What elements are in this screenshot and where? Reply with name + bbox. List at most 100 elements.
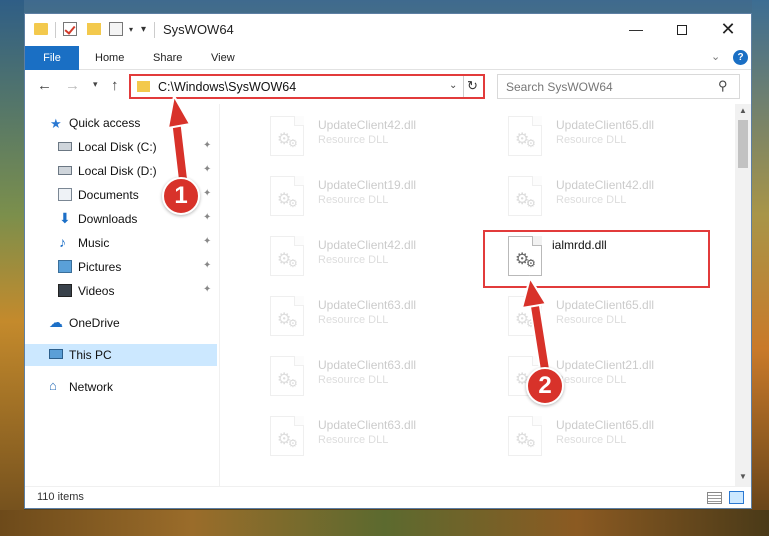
- sidebar-item-label: Documents: [78, 188, 139, 202]
- back-arrow-icon[interactable]: ←: [37, 77, 52, 94]
- file-item[interactable]: ⚙ ⚙ UpdateClient63.dll Resource DLL: [246, 410, 476, 466]
- sidebar-item-this-pc[interactable]: This PC: [25, 344, 217, 366]
- file-name: UpdateClient65.dll: [556, 418, 655, 432]
- file-type: Resource DLL: [318, 194, 389, 206]
- file-name: UpdateClient65.dll: [556, 118, 655, 132]
- file-item[interactable]: ⚙ ⚙ UpdateClient42.dll Resource DLL: [484, 170, 714, 226]
- sidebar-item-music[interactable]: ♪ Music ✦: [25, 232, 217, 254]
- tab-home[interactable]: Home: [95, 46, 124, 70]
- search-input[interactable]: Search SysWOW64 ⚲: [497, 74, 740, 99]
- scroll-down-icon[interactable]: ▼: [739, 472, 747, 481]
- pin-icon: ✦: [203, 164, 212, 175]
- network-icon: ⌂: [49, 378, 57, 393]
- pin-icon: ✦: [203, 284, 212, 295]
- file-type: Resource DLL: [556, 434, 627, 446]
- address-path[interactable]: C:\Windows\SysWOW64: [158, 80, 296, 94]
- drive-icon: [58, 142, 72, 151]
- file-item[interactable]: ⚙ ⚙ UpdateClient42.dll Resource DLL: [246, 230, 476, 286]
- recent-locations-icon[interactable]: ▾: [93, 79, 98, 90]
- large-icons-view-icon[interactable]: [729, 491, 744, 504]
- tab-share[interactable]: Share: [153, 46, 182, 70]
- gear-icon: ⚙: [288, 138, 298, 150]
- star-icon: ★: [50, 116, 62, 131]
- step-1-badge: 1: [162, 177, 200, 215]
- file-type: Resource DLL: [318, 254, 389, 266]
- file-name: UpdateClient63.dll: [318, 418, 417, 432]
- file-highlight-box: [483, 230, 710, 288]
- drive-icon: [58, 166, 72, 175]
- search-icon[interactable]: ⚲: [718, 78, 728, 94]
- desktop-background-bottom: [0, 510, 769, 536]
- file-name: UpdateClient63.dll: [318, 358, 417, 372]
- dll-file-icon: ⚙⚙: [508, 416, 542, 456]
- sidebar-item-label: Videos: [78, 284, 115, 298]
- maximize-icon: [677, 25, 687, 36]
- up-arrow-icon[interactable]: ↑: [111, 77, 119, 94]
- quick-access-dropdown-icon[interactable]: ▾: [129, 25, 133, 34]
- file-item[interactable]: ⚙⚙ UpdateClient21.dll Resource DLL: [484, 350, 714, 406]
- address-bar[interactable]: C:\Windows\SysWOW64 ⌄ ↻: [129, 74, 485, 99]
- sidebar-item-pictures[interactable]: Pictures ✦: [25, 256, 217, 278]
- videos-icon: [58, 284, 72, 297]
- file-item[interactable]: ⚙ ⚙ UpdateClient63.dll Resource DLL: [246, 350, 476, 406]
- quick-access-properties-icon[interactable]: [109, 22, 123, 36]
- file-type: Resource DLL: [556, 134, 627, 146]
- sidebar-item-label: Local Disk (C:): [78, 140, 157, 154]
- file-list: ⚙ ⚙ UpdateClient42.dll Resource DLL ⚙ ⚙ Up…: [221, 104, 735, 486]
- gear-icon: ⚙: [526, 438, 536, 450]
- sidebar-item-local-disk-c[interactable]: Local Disk (C:) ✦: [25, 136, 217, 158]
- sidebar-item-label: This PC: [69, 348, 112, 362]
- file-item[interactable]: ⚙ ⚙ UpdateClient65.dll Resource DLL: [484, 410, 714, 466]
- music-icon: ♪: [59, 234, 66, 250]
- scroll-up-icon[interactable]: ▲: [739, 106, 747, 115]
- sidebar-item-onedrive[interactable]: ☁ OneDrive: [25, 312, 217, 334]
- cloud-icon: ☁: [49, 314, 63, 330]
- file-type: Resource DLL: [556, 314, 627, 326]
- title-bar: ▾ ▾ SysWOW64 — ✕: [25, 14, 751, 46]
- dll-file-icon: ⚙⚙: [270, 176, 304, 216]
- dll-file-icon: ⚙⚙: [270, 236, 304, 276]
- file-item[interactable]: ⚙ ⚙ UpdateClient65.dll Resource DLL: [484, 290, 714, 346]
- file-type: Resource DLL: [318, 434, 389, 446]
- help-icon[interactable]: ?: [733, 50, 748, 65]
- file-item[interactable]: ⚙ ⚙ UpdateClient19.dll Resource DLL: [246, 170, 476, 226]
- customize-toolbar-icon[interactable]: ▾: [141, 24, 146, 35]
- dll-file-icon: ⚙⚙: [508, 116, 542, 156]
- address-dropdown-icon[interactable]: ⌄: [449, 80, 457, 91]
- forward-arrow-icon[interactable]: →: [65, 77, 80, 94]
- details-view-icon[interactable]: [707, 492, 722, 504]
- dll-file-icon: ⚙⚙: [270, 116, 304, 156]
- file-item[interactable]: ⚙ ⚙ UpdateClient42.dll Resource DLL: [246, 110, 476, 166]
- sidebar-item-network[interactable]: ⌂ Network: [25, 376, 217, 398]
- sidebar-item-videos[interactable]: Videos ✦: [25, 280, 217, 302]
- maximize-button[interactable]: [659, 14, 705, 45]
- pane-divider[interactable]: [219, 104, 220, 486]
- tab-view[interactable]: View: [211, 46, 235, 70]
- status-bar: 110 items: [25, 486, 751, 508]
- step-2-badge: 2: [526, 367, 564, 405]
- file-name: UpdateClient42.dll: [556, 178, 655, 192]
- properties-check-icon[interactable]: [63, 22, 77, 36]
- tab-file[interactable]: File: [25, 46, 79, 70]
- vertical-scrollbar[interactable]: ▲ ▼: [735, 104, 751, 486]
- sidebar-item-label: Network: [69, 380, 114, 394]
- file-name: UpdateClient42.dll: [318, 238, 417, 252]
- refresh-icon[interactable]: ↻: [467, 78, 478, 94]
- ribbon-tabs: File Home Share View ⌄ ?: [25, 46, 751, 70]
- documents-icon: [58, 188, 72, 201]
- dll-file-icon: ⚙⚙: [270, 416, 304, 456]
- new-folder-icon[interactable]: [87, 23, 101, 35]
- pin-icon: ✦: [203, 212, 212, 223]
- expand-ribbon-icon[interactable]: ⌄: [711, 50, 720, 63]
- gear-icon: ⚙: [288, 318, 298, 330]
- file-name: UpdateClient65.dll: [556, 298, 655, 312]
- minimize-button[interactable]: —: [613, 14, 659, 45]
- scroll-thumb[interactable]: [738, 120, 748, 168]
- file-item[interactable]: ⚙ ⚙ UpdateClient65.dll Resource DLL: [484, 110, 714, 166]
- file-item[interactable]: ⚙ ⚙ UpdateClient63.dll Resource DLL: [246, 290, 476, 346]
- desktop-background-right: [752, 0, 769, 536]
- close-button[interactable]: ✕: [705, 14, 751, 45]
- sidebar-item-quick-access[interactable]: ★ Quick access: [25, 112, 217, 134]
- sidebar-item-label: Music: [78, 236, 110, 250]
- dll-file-icon: ⚙⚙: [508, 176, 542, 216]
